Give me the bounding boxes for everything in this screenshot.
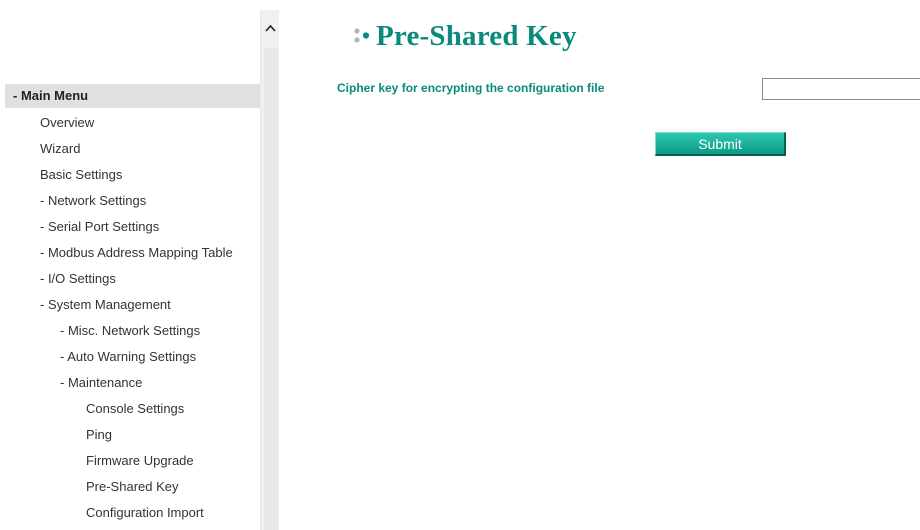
cipher-key-input[interactable] [762,78,920,100]
sidebar-item-misc-network-settings[interactable]: - Misc. Network Settings [0,318,260,344]
sidebar-item-auto-warning-settings[interactable]: - Auto Warning Settings [0,344,260,370]
chevron-up-icon [265,24,276,32]
sidebar-item-pre-shared-key[interactable]: Pre-Shared Key [0,474,260,500]
sidebar-item-serial-port-settings[interactable]: - Serial Port Settings [0,214,260,240]
sidebar-item-wizard[interactable]: Wizard [0,136,260,162]
sidebar-scrollbar[interactable] [260,10,279,530]
main-content: Pre-Shared Key Cipher key for encrypting… [279,0,920,530]
menu-list: Overview Wizard Basic Settings - Network Se… [0,110,260,526]
sidebar-item-system-management[interactable]: - System Management [0,292,260,318]
main-menu-header[interactable]: - Main Menu [5,84,260,108]
sidebar-item-ping[interactable]: Ping [0,422,260,448]
sidebar-item-maintenance[interactable]: - Maintenance [0,370,260,396]
scroll-thumb[interactable] [264,48,278,530]
page-title: Pre-Shared Key [376,20,577,52]
bullet-dots-icon [354,27,370,43]
cipher-key-label: Cipher key for encrypting the configurat… [337,81,605,95]
sidebar-item-i-o-settings[interactable]: - I/O Settings [0,266,260,292]
sidebar-item-firmware-upgrade[interactable]: Firmware Upgrade [0,448,260,474]
app-window: - Main Menu Overview Wizard Basic Settings… [0,0,920,530]
sidebar-item-network-settings[interactable]: - Network Settings [0,188,260,214]
sidebar-item-console-settings[interactable]: Console Settings [0,396,260,422]
scroll-up-button[interactable] [261,10,280,46]
submit-button[interactable]: Submit [655,132,786,156]
page-header: Pre-Shared Key [352,20,577,53]
sidebar: - Main Menu Overview Wizard Basic Settings… [0,0,260,530]
sidebar-item-basic-settings[interactable]: Basic Settings [0,162,260,188]
sidebar-item-configuration-import[interactable]: Configuration Import [0,500,260,526]
sidebar-item-overview[interactable]: Overview [0,110,260,136]
sidebar-item-modbus-address-mapping-table[interactable]: - Modbus Address Mapping Table [0,240,260,266]
